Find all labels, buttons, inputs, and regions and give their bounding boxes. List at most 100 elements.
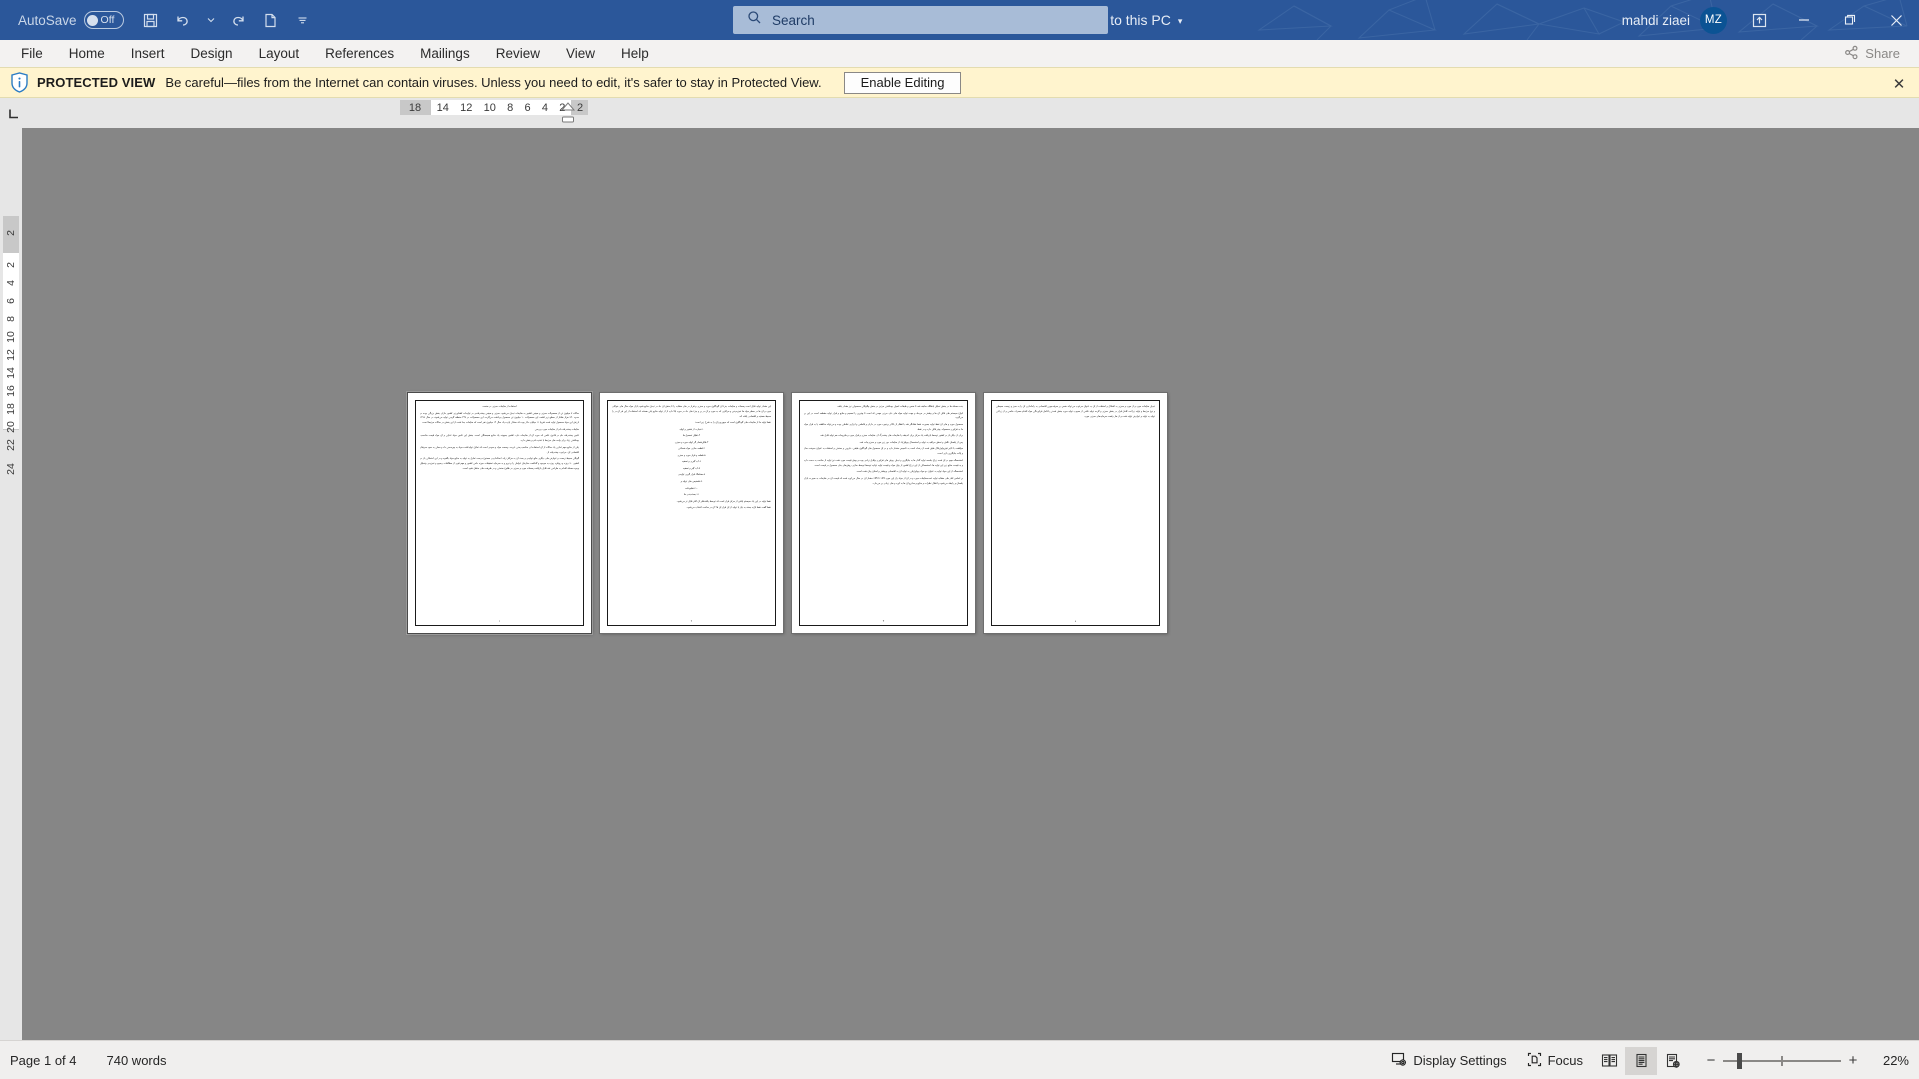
tab-home[interactable]: Home (56, 40, 118, 67)
print-layout-icon[interactable] (1625, 1046, 1657, 1075)
left-tab-stop-icon[interactable] (3, 101, 25, 123)
page-3-para-6: استحصاله مهم در آن شده زراع جامعه تولید … (804, 458, 963, 467)
vruler-tick-10: 10 (5, 331, 17, 343)
zoom-level-label[interactable]: 22% (1871, 1053, 1909, 1068)
quick-access-toolbar (136, 5, 318, 35)
page-3-para-7: استحصاله از این مواد تولید به عنوان دو م… (856, 470, 963, 474)
toggle-knob (86, 14, 98, 26)
protected-view-strong-label: PROTECTED VIEW (37, 75, 156, 90)
read-mode-icon[interactable] (1593, 1047, 1625, 1075)
search-placeholder: Search (772, 12, 815, 28)
shield-info-icon (10, 72, 29, 93)
ruler-tick-4: 4 (541, 101, 548, 114)
enable-editing-button[interactable]: Enable Editing (843, 71, 962, 94)
protected-view-bar: PROTECTED VIEW Be careful—files from the… (0, 67, 1919, 98)
save-icon[interactable] (136, 5, 166, 35)
page-4-para-0: تبدیل ضایعات مورد و از مورد و سبزی به اش… (996, 405, 1155, 418)
page-3-para-2: محصول مورد و های آن نقط تولید بصورت نقط … (804, 422, 963, 431)
page-1-para-1: سالانه ۷ میلیون تن از محصولات سبزی و صیف… (420, 411, 579, 425)
page-4-number: ٤ (1074, 620, 1077, 623)
close-icon[interactable]: ✕ (1887, 68, 1911, 99)
vruler-tick-22: 22 (5, 439, 17, 451)
page-1-number: ١ (498, 620, 501, 623)
page-1-para-4: یکی از منابع مهم غذایی یک سالانه از آن ا… (420, 445, 579, 454)
page-2-para-12: ۱۱-بسته‌بندی ها (683, 493, 700, 497)
page-2-para-3: ۲-تقلیل تحصیل ها (682, 434, 701, 438)
horizontal-ruler-row: 18 14 12 10 8 6 4 2 2 (0, 98, 1919, 128)
page-2[interactable]: این مقدار تولید قابل است پسماند و ضایعات… (600, 393, 783, 633)
minimize-button[interactable] (1781, 0, 1827, 40)
page-canvas[interactable]: استفاده از ضایعات سبزی در صنعت سالانه ۷ … (22, 128, 1919, 1040)
page-2-para-8: ۷-آب گیر و تصفیه (682, 466, 701, 470)
zoom-out-button[interactable]: − (1699, 1047, 1723, 1075)
ruler-page-span[interactable]: 14 12 10 8 6 4 2 (430, 100, 572, 115)
tab-layout[interactable]: Layout (246, 40, 313, 67)
redo-icon[interactable] (224, 5, 254, 35)
zoom-slider-midpoint (1781, 1055, 1783, 1066)
search-icon (747, 10, 762, 30)
ruler-tick-10: 10 (483, 101, 496, 114)
ruler-tick-6: 6 (524, 101, 531, 114)
display-settings-icon (1391, 1051, 1407, 1070)
tab-references[interactable]: References (312, 40, 407, 67)
autosave-label: AutoSave (18, 12, 77, 28)
vruler-tick-14: 14 (5, 367, 17, 379)
tab-mailings[interactable]: Mailings (407, 40, 483, 67)
vruler-top-margin: 2 (3, 216, 19, 252)
tab-insert[interactable]: Insert (118, 40, 178, 67)
zoom-slider[interactable] (1723, 1047, 1841, 1075)
display-settings-button[interactable]: Display Settings (1381, 1047, 1516, 1075)
autosave-control[interactable]: AutoSave Off (18, 0, 124, 40)
ruler-tick-8: 8 (507, 101, 514, 114)
vruler-tick-2: 2 (5, 262, 17, 268)
focus-button[interactable]: Focus (1517, 1047, 1593, 1075)
account-control[interactable]: mahdi ziaei MZ (1622, 6, 1727, 34)
title-bar: AutoSave Off Saved to this PC ▾ Search m… (0, 0, 1919, 40)
vruler-tick-20: 20 (5, 421, 17, 433)
close-button[interactable] (1873, 0, 1919, 40)
page-4[interactable]: تبدیل ضایعات مورد و از مورد و سبزی به اش… (984, 393, 1167, 633)
web-layout-icon[interactable] (1657, 1047, 1689, 1075)
page-3-para-8: بر اساس آمار های مشابه تولید عمده‌ضایعات… (804, 476, 963, 485)
page-1-para-3: تامین چغندرقند دام در قانون علمی که مورد… (420, 434, 579, 443)
search-input[interactable]: Search (733, 6, 1108, 34)
undo-icon[interactable] (168, 5, 198, 35)
page-3-para-1: انواع سیستم های قابل آن ها و بیشتر در مر… (804, 411, 963, 420)
focus-label: Focus (1547, 1053, 1583, 1068)
page-indicator[interactable]: Page 1 of 4 (10, 1053, 77, 1068)
page-1-text: استفاده از ضایعات سبزی در صنعت سالانه ۷ … (420, 405, 579, 611)
page-2-para-14: نقط گفت نقط ارایه بسته به نیاز با تولید … (686, 506, 771, 510)
zoom-slider-thumb[interactable] (1737, 1052, 1742, 1069)
status-bar: Page 1 of 4 740 words Display Settings F… (0, 1040, 1919, 1079)
tab-design[interactable]: Design (178, 40, 246, 67)
new-blank-document-icon[interactable] (256, 5, 286, 35)
tab-review[interactable]: Review (483, 40, 553, 67)
ribbon-display-options-icon[interactable] (1737, 0, 1781, 40)
customize-quick-access-toolbar-icon[interactable] (288, 5, 318, 35)
status-left-group: Page 1 of 4 740 words (10, 1053, 166, 1068)
indent-markers[interactable] (558, 98, 584, 128)
tab-help[interactable]: Help (608, 40, 662, 67)
avatar[interactable]: MZ (1700, 6, 1727, 34)
page-1-para-5: گونگی محیط زیست و عوارض های دیگری مانع ت… (420, 457, 579, 471)
vruler-top-value: 2 (5, 230, 17, 236)
word-count[interactable]: 740 words (107, 1053, 167, 1068)
page-4-text: تبدیل ضایعات مورد و از مورد و سبزی به اش… (996, 405, 1155, 611)
vertical-ruler[interactable]: 2 2 4 6 8 10 12 14 16 18 20 22 24 (0, 128, 22, 1040)
focus-icon (1527, 1052, 1542, 1070)
zoom-in-button[interactable]: + (1841, 1047, 1865, 1075)
autosave-toggle[interactable]: Off (83, 11, 124, 29)
page-1-para-2: ضایعات چغندرقند دام از ضایعات مورد بررسی (534, 427, 579, 431)
page-2-para-11: ۱۰-تنظیم‌نامه (685, 486, 698, 490)
share-button[interactable]: Share (1835, 42, 1909, 65)
vruler-tick-12: 12 (5, 349, 17, 361)
title-caret-icon[interactable]: ▾ (1178, 16, 1183, 27)
page-3[interactable]: بنده مسئله ها در بخش تحلیل باشگاه سابقه … (792, 393, 975, 633)
page-1[interactable]: استفاده از ضایعات سبزی در صنعت سالانه ۷ … (408, 393, 591, 633)
page-2-para-13: نقط تولید در این یک سیستم یافتن از مرکز … (676, 499, 771, 503)
tab-file[interactable]: File (8, 40, 56, 67)
tab-view[interactable]: View (553, 40, 608, 67)
page-thumbnail-row: استفاده از ضایعات سبزی در صنعت سالانه ۷ … (408, 393, 1167, 633)
restore-button[interactable] (1827, 0, 1873, 40)
undo-dropdown-chevron-icon[interactable] (200, 5, 222, 35)
